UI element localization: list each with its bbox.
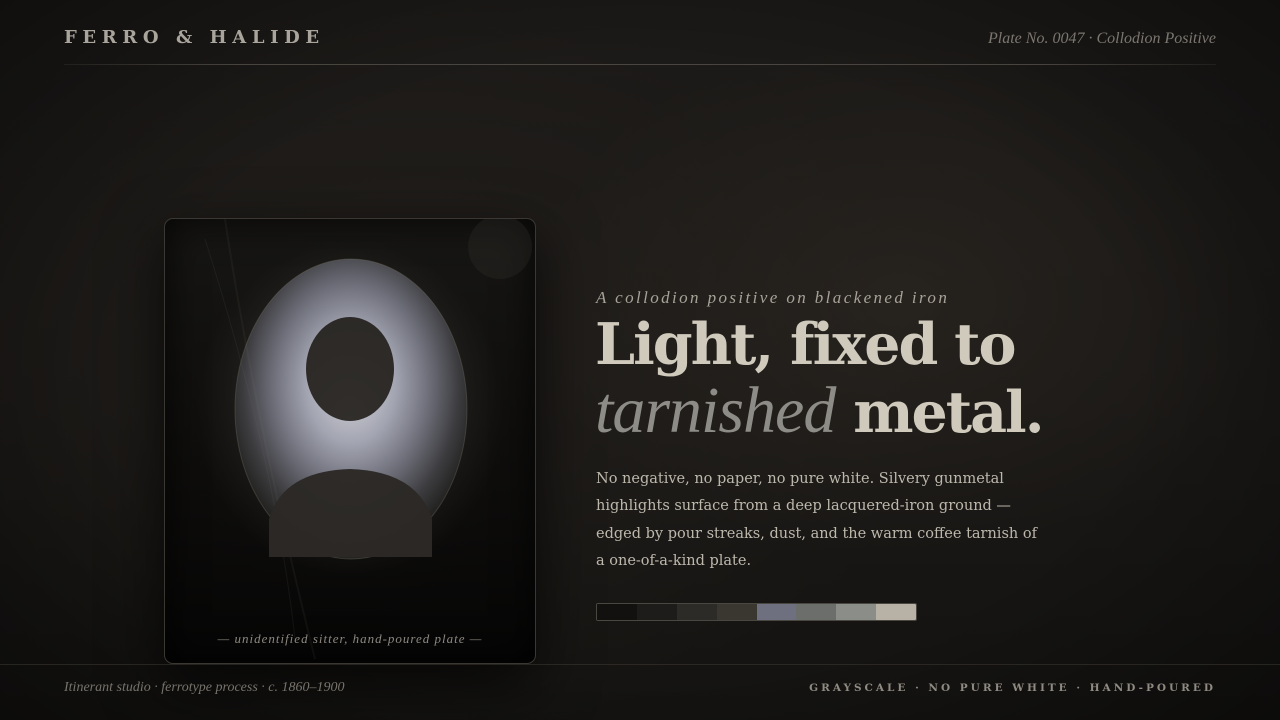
headline-line1: Light, fixed to bbox=[595, 311, 1017, 378]
header-divider bbox=[64, 64, 1216, 65]
brand-wordmark[interactable]: FERRO & HALIDE bbox=[64, 27, 325, 48]
hero-kicker: A collodion positive on blackened iron bbox=[596, 288, 950, 307]
plate-label: Plate No. 0047 · Collodion Positive bbox=[988, 30, 1216, 47]
palette-swatch-6 bbox=[796, 604, 837, 620]
palette-swatch-3 bbox=[676, 604, 717, 620]
tone-palette bbox=[596, 603, 917, 621]
headline-italic: tarnished bbox=[595, 374, 836, 447]
headline-end: metal. bbox=[853, 379, 1044, 446]
footer-divider bbox=[0, 664, 1280, 665]
sitter-portrait-illustration bbox=[165, 219, 535, 663]
palette-swatch-1 bbox=[597, 604, 637, 620]
ferrotype-plate: — unidentified sitter, hand-poured plate… bbox=[164, 218, 536, 664]
palette-swatch-2 bbox=[636, 604, 677, 620]
palette-swatch-4 bbox=[716, 604, 757, 620]
plate-caption: — unidentified sitter, hand-poured plate… bbox=[217, 631, 483, 646]
palette-swatch-8 bbox=[876, 604, 916, 620]
hero-body: No negative, no paper, no pure white. Si… bbox=[596, 471, 1037, 570]
footer-tags: GRAYSCALE · NO PURE WHITE · HAND-POURED bbox=[809, 682, 1216, 694]
palette-swatch-5 bbox=[756, 604, 797, 620]
palette-swatch-7 bbox=[836, 604, 877, 620]
hero-headline: Light, fixed to tarnished metal. bbox=[595, 312, 1155, 446]
footer-note: Itinerant studio · ferrotype process · c… bbox=[64, 680, 345, 695]
